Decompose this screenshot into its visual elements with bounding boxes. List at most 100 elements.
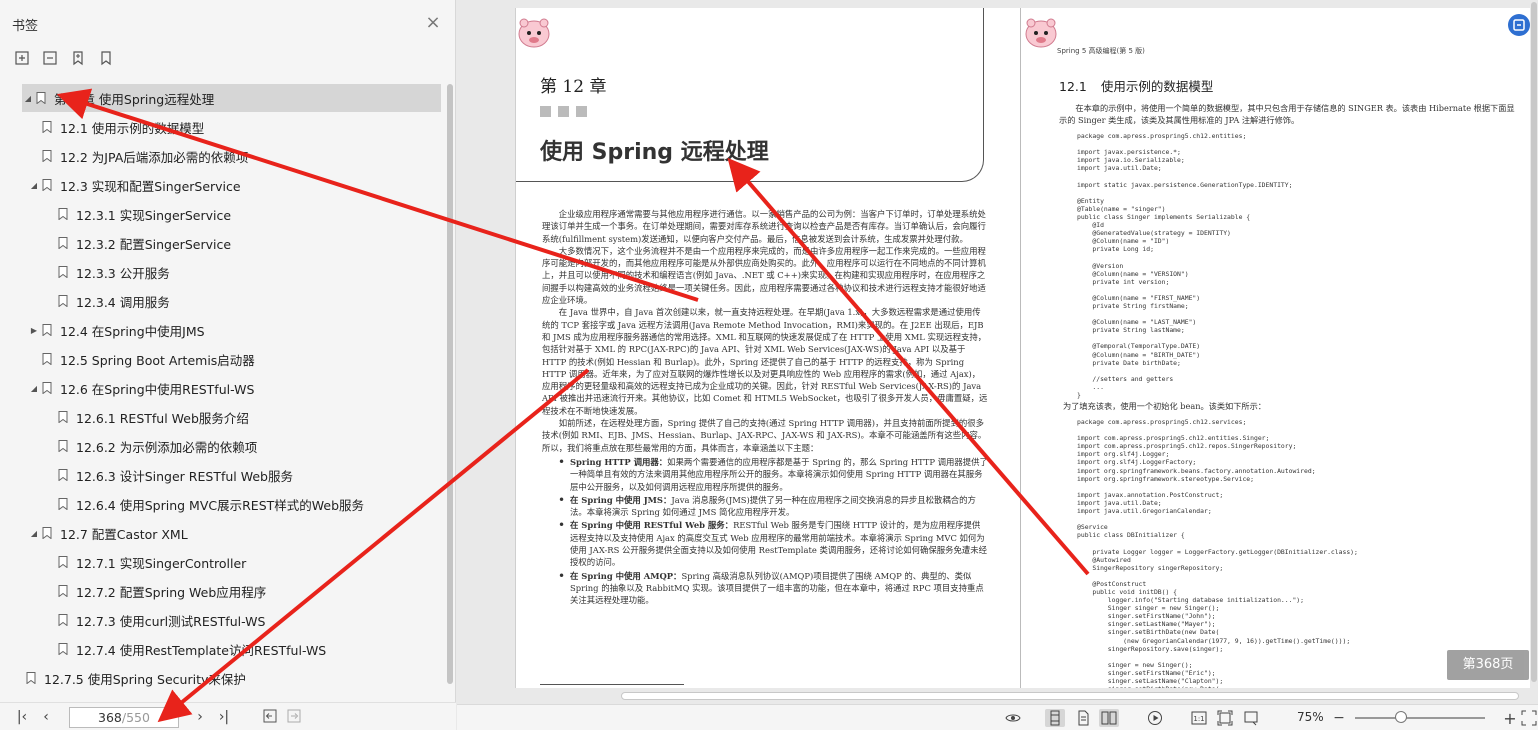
bookmark-item[interactable]: 12.7.4 使用RestTemplate访问RESTful-WS [0, 635, 446, 663]
bookmark-icon [58, 556, 68, 568]
bookmark-icon [58, 643, 68, 655]
vertical-scroll-thumb[interactable] [1531, 2, 1537, 682]
bookmark-item[interactable]: 12.3.2 配置SingerService [0, 229, 446, 257]
bookmark-item-label: 12.6.4 使用Spring MVC展示REST样式的Web服务 [76, 497, 365, 513]
eye-icon[interactable] [1003, 709, 1023, 727]
bookmark-item[interactable]: ◢ 12.6 在Spring中使用RESTful-WS [0, 374, 446, 402]
bookmark-item[interactable]: 12.6.1 RESTful Web服务介绍 [0, 403, 446, 431]
bookmark-item[interactable]: 12.6.3 设计Singer RESTful Web服务 [0, 461, 446, 489]
bookmark-item[interactable]: 12.2 为JPA后端添加必需的依赖项 [0, 142, 446, 170]
bookmark-item-label: 12.7.3 使用curl测试RESTful-WS [76, 613, 266, 629]
chapter-body: 企业级应用程序通常需要与其他应用程序进行通信。以一家销售产品的公司为例：当客户下… [542, 208, 988, 608]
svg-text:1:1: 1:1 [1193, 715, 1204, 723]
bookmark-item[interactable]: 12.6.2 为示例添加必需的依赖项 [0, 432, 446, 460]
expand-caret-icon[interactable]: ▶ [28, 324, 40, 336]
zoom-slider[interactable] [1355, 717, 1485, 719]
section-intro: 在本章的示例中，将使用一个简单的数据模型，其中只包含用于存储信息的 SINGER… [1059, 103, 1515, 125]
list-item: 在 Spring 中使用 JMS：Java 消息服务(JMS)提供了另一种在应用… [556, 494, 988, 519]
collapse-caret-icon[interactable]: ◢ [28, 382, 40, 394]
caret-spacer [44, 469, 56, 481]
expand-all-icon[interactable] [12, 48, 32, 68]
zoom-out-icon[interactable]: − [1329, 709, 1349, 727]
bookmark-item-label: 12.6 在Spring中使用RESTful-WS [60, 381, 255, 397]
bookmark-icon [58, 440, 68, 452]
last-page-icon[interactable]: ›| [216, 709, 232, 725]
bookmark-item[interactable]: ▶ 12.4 在Spring中使用JMS [0, 316, 446, 344]
list-item: 在 Spring 中使用 RESTful Web 服务：RESTful Web … [556, 519, 988, 568]
bookmark-item-label: 12.3.3 公开服务 [76, 265, 170, 281]
bookmark-item[interactable]: 12.1 使用示例的数据模型 [0, 113, 446, 141]
paragraph: 企业级应用程序通常需要与其他应用程序进行通信。以一家销售产品的公司为例：当客户下… [542, 209, 986, 244]
document-horizontal-scrollbar[interactable] [457, 690, 1538, 702]
bookmark-item[interactable]: 12.5 Spring Boot Artemis启动器 [0, 345, 446, 373]
section-number: 12.1 [1059, 79, 1087, 94]
bookmark-item[interactable]: ◢ 第12章 使用Spring远程处理 [22, 84, 441, 112]
continuous-view-icon[interactable] [1073, 709, 1093, 727]
bookmark-item[interactable]: ◢ 12.7 配置Castor XML [0, 519, 446, 547]
bookmark-item-label: 12.3 实现和配置SingerService [60, 178, 241, 194]
bookmark-scroll-thumb[interactable] [447, 84, 453, 684]
bookmark-item-label: 12.1 使用示例的数据模型 [60, 120, 205, 136]
document-vertical-scrollbar[interactable] [1530, 0, 1538, 690]
fit-page-icon[interactable] [1215, 709, 1235, 727]
forward-history-icon[interactable] [286, 709, 302, 725]
two-page-view-icon[interactable] [1099, 709, 1119, 727]
bookmark-item[interactable]: 12.6.4 使用Spring MVC展示REST样式的Web服务 [0, 490, 446, 518]
add-bookmark-icon[interactable] [68, 48, 88, 68]
next-page-icon[interactable]: › [192, 709, 208, 725]
close-icon[interactable]: × [424, 14, 442, 32]
fit-width-icon[interactable] [1241, 709, 1261, 727]
bookmark-item[interactable]: 12.7.2 配置Spring Web应用程序 [0, 577, 446, 605]
bookmark-panel: 书签 × ◢ 第12章 使用Spring远程处理 12.1 使用示例的数据模型 12.… [0, 0, 456, 730]
caret-spacer [44, 643, 56, 655]
caret-spacer [44, 208, 56, 220]
collapse-caret-icon[interactable]: ◢ [22, 92, 34, 104]
bookmark-icon [58, 469, 68, 481]
collapse-all-icon[interactable] [40, 48, 60, 68]
caret-spacer [12, 672, 24, 684]
bookmark-icon [58, 411, 68, 423]
zoom-level[interactable]: 75% [1297, 710, 1324, 724]
bookmark-item[interactable]: 12.7.1 实现SingerController [0, 548, 446, 576]
bookmark-item[interactable]: 12.7.3 使用curl测试RESTful-WS [0, 606, 446, 634]
bookmark-icon [42, 324, 52, 336]
bookmark-item[interactable]: 12.3.3 公开服务 [0, 258, 446, 286]
actual-size-icon[interactable]: 1:1 [1189, 709, 1209, 727]
bookmark-icon [42, 527, 52, 539]
bookmark-item[interactable]: 12.7.5 使用Spring Security来保护 [0, 664, 446, 692]
back-history-icon[interactable] [262, 709, 278, 725]
fullscreen-icon[interactable] [1519, 709, 1538, 727]
collapse-caret-icon[interactable]: ◢ [28, 527, 40, 539]
bookmark-icon[interactable] [96, 48, 116, 68]
bookmark-item-label: 12.6.3 设计Singer RESTful Web服务 [76, 468, 293, 484]
bookmark-item[interactable]: ◢ 12.3 实现和配置SingerService [0, 171, 446, 199]
single-page-view-icon[interactable] [1045, 709, 1065, 727]
bookmark-icon [42, 382, 52, 394]
document-viewport[interactable]: 第 12 章 使用 Spring 远程处理 企业级应用程序通常需要与其他应用程序… [457, 0, 1538, 704]
collapse-caret-icon[interactable]: ◢ [28, 179, 40, 191]
bookmark-toolbar [12, 48, 116, 72]
bookmark-item-label: 12.5 Spring Boot Artemis启动器 [60, 352, 255, 368]
prev-page-icon[interactable]: ‹ [38, 709, 54, 725]
page-number-input[interactable]: 368/550 [69, 707, 179, 728]
bookmark-icon [58, 237, 68, 249]
bookmark-scrollbar[interactable] [446, 84, 454, 704]
pdf-page-right: Spring 5 高级编程(第 5 版) 12.1 使用示例的数据模型 在本章的示… [1020, 8, 1530, 688]
app-float-icon[interactable] [1508, 14, 1530, 36]
bookmark-item[interactable]: 12.3.1 实现SingerService [0, 200, 446, 228]
zoom-slider-handle[interactable] [1394, 711, 1407, 723]
caret-spacer [44, 556, 56, 568]
bookmark-item-label: 12.4 在Spring中使用JMS [60, 323, 205, 339]
bookmark-icon [36, 92, 46, 104]
bookmark-icon [58, 208, 68, 220]
bookmark-tree: ◢ 第12章 使用Spring远程处理 12.1 使用示例的数据模型 12.2 为JP… [0, 84, 446, 704]
bookmark-item[interactable]: 12.3.4 调用服务 [0, 287, 446, 315]
horizontal-scroll-thumb[interactable] [621, 692, 1519, 700]
first-page-icon[interactable]: |‹ [14, 709, 30, 725]
bookmark-item-label: 12.7.1 实现SingerController [76, 555, 247, 571]
zoom-in-icon[interactable]: + [1500, 709, 1520, 728]
bookmark-icon [42, 150, 52, 162]
play-icon[interactable] [1145, 709, 1165, 727]
footnote-rule [540, 684, 684, 685]
bookmark-icon [42, 179, 52, 191]
